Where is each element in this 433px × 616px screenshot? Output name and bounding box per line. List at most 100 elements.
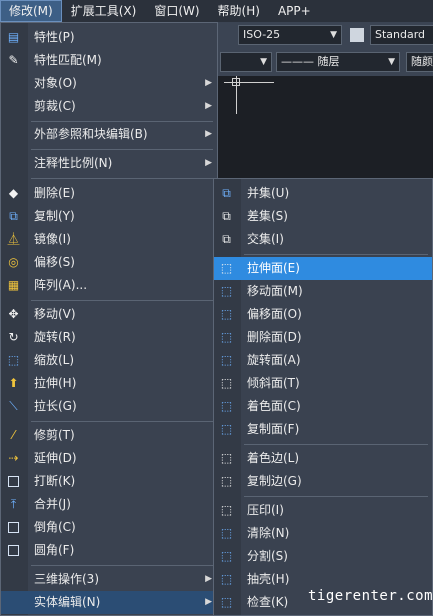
separate-icon: ⬚ <box>220 549 233 563</box>
menu-item-label: 特性匹配(M) <box>34 53 102 67</box>
lengthen-icon: ⟍ <box>9 399 18 413</box>
style-combo[interactable]: Standard <box>370 25 433 45</box>
modify-menu: ▤ 特性(P) ✎ 特性匹配(M) 对象(O) ▶ 剪裁(C) ▶ 外部参照和块… <box>0 22 218 616</box>
linetype-value: ——— 随层 <box>281 55 340 68</box>
menu-item-label: 圆角(F) <box>34 543 75 557</box>
move-icon: ✥ <box>8 307 19 321</box>
menu-item-annotative-scale[interactable]: 注释性比例(N) ▶ <box>1 152 217 175</box>
submenu-item-copy-faces[interactable]: ⬚ 复制面(F) <box>214 418 432 441</box>
menu-item-join[interactable]: ⤒ 合并(J) <box>1 493 217 516</box>
submenu-arrow-icon: ▶ <box>205 158 212 168</box>
subtract-icon: ⧉ <box>222 209 231 223</box>
menu-app-plus[interactable]: APP+ <box>269 0 320 22</box>
submenu-item-delete-faces[interactable]: ⬚ 删除面(D) <box>214 326 432 349</box>
menu-item-label: 着色面(C) <box>247 399 301 413</box>
color-combo[interactable]: ▼ <box>220 52 272 72</box>
menu-item-lengthen[interactable]: ⟍ 拉长(G) <box>1 395 217 418</box>
menu-item-label: 对象(O) <box>34 76 77 90</box>
toolbar-properties: ▼ ——— 随层 ▼ 随颜 <box>216 48 433 76</box>
fillet-icon <box>7 544 20 557</box>
menu-item-stretch[interactable]: ⬆ 拉伸(H) <box>1 372 217 395</box>
menu-item-erase[interactable]: ◆ 删除(E) <box>1 182 217 205</box>
menu-item-label: 复制边(G) <box>247 474 302 488</box>
menu-item-label: 合并(J) <box>34 497 71 511</box>
menu-item-label: 延伸(D) <box>34 451 77 465</box>
submenu-item-intersect[interactable]: ⧉ 交集(I) <box>214 228 432 251</box>
menu-item-clip[interactable]: 剪裁(C) ▶ <box>1 95 217 118</box>
menu-separator <box>244 496 428 497</box>
submenu-item-clean[interactable]: ⬚ 清除(N) <box>214 522 432 545</box>
menu-item-offset[interactable]: ◎ 偏移(S) <box>1 251 217 274</box>
menu-item-array[interactable]: ▦ 阵列(A)... <box>1 274 217 297</box>
menu-item-object[interactable]: 对象(O) ▶ <box>1 72 217 95</box>
copy-icon: ⧉ <box>9 209 18 223</box>
toolbar-styles: ISO-25 ▼ Standard <box>216 22 433 48</box>
menu-item-match-properties[interactable]: ✎ 特性匹配(M) <box>1 49 217 72</box>
menu-window[interactable]: 窗口(W) <box>145 0 208 22</box>
menu-item-label: 拉长(G) <box>34 399 77 413</box>
menu-separator <box>31 421 213 422</box>
menu-item-label: 阵列(A)... <box>34 278 88 292</box>
menu-item-break[interactable]: 打断(K) <box>1 470 217 493</box>
menu-item-properties[interactable]: ▤ 特性(P) <box>1 26 217 49</box>
lineweight-combo[interactable]: 随颜 <box>406 52 433 72</box>
menu-item-label: 检查(K) <box>247 595 289 609</box>
table-style-icon[interactable] <box>350 28 364 42</box>
menu-item-mirror[interactable]: ⏅ 镜像(I) <box>1 228 217 251</box>
submenu-item-separate[interactable]: ⬚ 分割(S) <box>214 545 432 568</box>
submenu-item-rotate-faces[interactable]: ⬚ 旋转面(A) <box>214 349 432 372</box>
menu-item-scale[interactable]: ⬚ 缩放(L) <box>1 349 217 372</box>
rotate-faces-icon: ⬚ <box>220 353 233 367</box>
color-edges-icon: ⬚ <box>220 451 233 465</box>
submenu-item-color-faces[interactable]: ⬚ 着色面(C) <box>214 395 432 418</box>
menu-item-chamfer[interactable]: 倒角(C) <box>1 516 217 539</box>
submenu-item-copy-edges[interactable]: ⬚ 复制边(G) <box>214 470 432 493</box>
submenu-item-move-faces[interactable]: ⬚ 移动面(M) <box>214 280 432 303</box>
menu-item-label: 旋转(R) <box>34 330 76 344</box>
submenu-item-imprint[interactable]: ⬚ 压印(I) <box>214 499 432 522</box>
menu-item-label: 复制面(F) <box>247 422 300 436</box>
drawing-canvas[interactable] <box>216 76 433 180</box>
array-icon: ▦ <box>7 278 20 292</box>
menu-item-trim[interactable]: ⁄ 修剪(T) <box>1 424 217 447</box>
menu-item-label: 清除(N) <box>247 526 290 540</box>
menu-item-label: 交集(I) <box>247 232 284 246</box>
menu-modify[interactable]: 修改(M) <box>0 0 62 22</box>
submenu-item-subtract[interactable]: ⧉ 差集(S) <box>214 205 432 228</box>
submenu-item-union[interactable]: ⧉ 并集(U) <box>214 182 432 205</box>
menu-item-solid-editing[interactable]: 实体编辑(N) ▶ <box>1 591 217 614</box>
menu-item-xref-block-edit[interactable]: 外部参照和块编辑(B) ▶ <box>1 123 217 146</box>
clean-icon: ⬚ <box>220 526 233 540</box>
submenu-arrow-icon: ▶ <box>205 129 212 139</box>
menu-item-label: 分割(S) <box>247 549 288 563</box>
menu-item-copy[interactable]: ⧉ 复制(Y) <box>1 205 217 228</box>
menu-item-label: 拉伸面(E) <box>247 261 300 275</box>
check-icon: ⬚ <box>220 595 233 609</box>
menu-item-extend[interactable]: ⇢ 延伸(D) <box>1 447 217 470</box>
chamfer-icon <box>7 521 20 534</box>
menu-separator <box>31 565 213 566</box>
menu-item-rotate[interactable]: ↻ 旋转(R) <box>1 326 217 349</box>
submenu-item-color-edges[interactable]: ⬚ 着色边(L) <box>214 447 432 470</box>
menu-separator <box>31 300 213 301</box>
menu-separator <box>31 178 213 179</box>
menu-extend-tools[interactable]: 扩展工具(X) <box>62 0 146 22</box>
submenu-item-offset-faces[interactable]: ⬚ 偏移面(O) <box>214 303 432 326</box>
menu-item-fillet[interactable]: 圆角(F) <box>1 539 217 562</box>
menu-help[interactable]: 帮助(H) <box>209 0 269 22</box>
menu-item-label: 移动(V) <box>34 307 76 321</box>
menu-separator <box>244 444 428 445</box>
menu-item-3d-operations[interactable]: 三维操作(3) ▶ <box>1 568 217 591</box>
submenu-item-extrude-faces[interactable]: ⬚ 拉伸面(E) <box>214 257 432 280</box>
dimstyle-combo[interactable]: ISO-25 ▼ <box>238 25 342 45</box>
menu-item-move[interactable]: ✥ 移动(V) <box>1 303 217 326</box>
menu-item-label: 压印(I) <box>247 503 284 517</box>
linetype-combo[interactable]: ——— 随层 ▼ <box>276 52 400 72</box>
shell-icon: ⬚ <box>220 572 233 586</box>
menu-separator <box>244 254 428 255</box>
menu-item-label: 移动面(M) <box>247 284 303 298</box>
menu-item-label: 删除(E) <box>34 186 75 200</box>
chevron-down-icon: ▼ <box>330 30 337 40</box>
watermark: tigerenter.com <box>308 588 433 604</box>
submenu-item-taper-faces[interactable]: ⬚ 倾斜面(T) <box>214 372 432 395</box>
